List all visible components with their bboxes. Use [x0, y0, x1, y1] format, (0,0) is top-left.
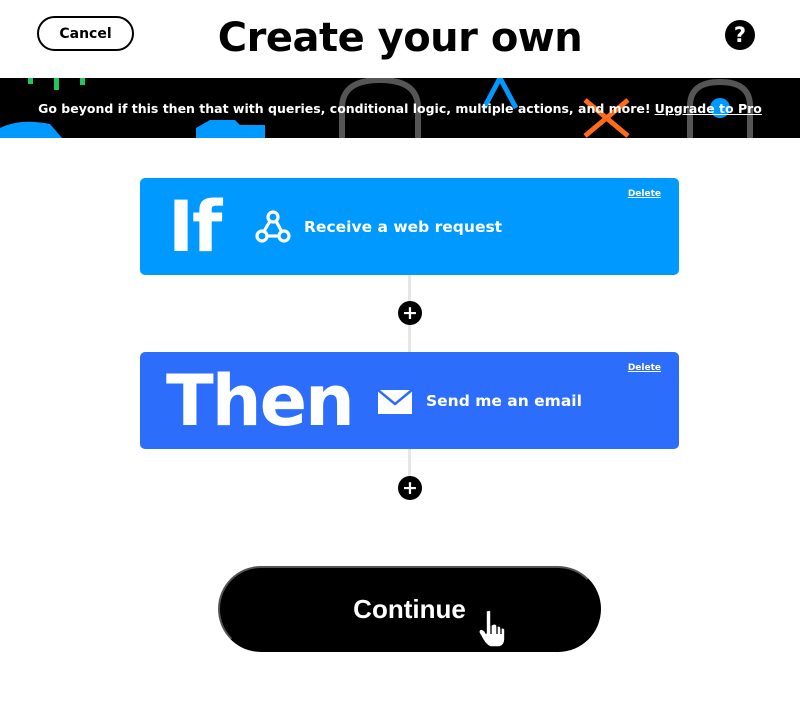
trigger-keyword: If [168, 185, 222, 268]
trigger-card[interactable]: If Receive a web request Delete [140, 178, 679, 275]
header: Cancel Create your own ? [0, 0, 800, 78]
webhooks-icon [254, 208, 292, 246]
continue-button[interactable]: Continue [218, 566, 601, 652]
action-keyword: Then [166, 359, 355, 442]
action-card[interactable]: Then Send me an email Delete [140, 352, 679, 449]
help-icon[interactable]: ? [725, 20, 755, 50]
delete-trigger-link[interactable]: Delete [628, 189, 661, 199]
page-title: Create your own [217, 15, 583, 61]
delete-action-link[interactable]: Delete [628, 363, 661, 373]
upgrade-to-pro-link[interactable]: Upgrade to Pro [655, 101, 762, 116]
action-service-label: Send me an email [426, 391, 582, 410]
trigger-service-label: Receive a web request [304, 217, 503, 236]
email-icon [376, 383, 414, 421]
add-step-button[interactable]: + [398, 301, 422, 325]
banner-message: Go beyond if this then that with queries… [38, 100, 651, 116]
upgrade-banner: Go beyond if this then that with queries… [0, 78, 800, 138]
pointer-cursor-icon [478, 609, 506, 648]
banner-text: Go beyond if this then that with queries… [0, 78, 800, 138]
add-step-button[interactable]: + [398, 476, 422, 500]
